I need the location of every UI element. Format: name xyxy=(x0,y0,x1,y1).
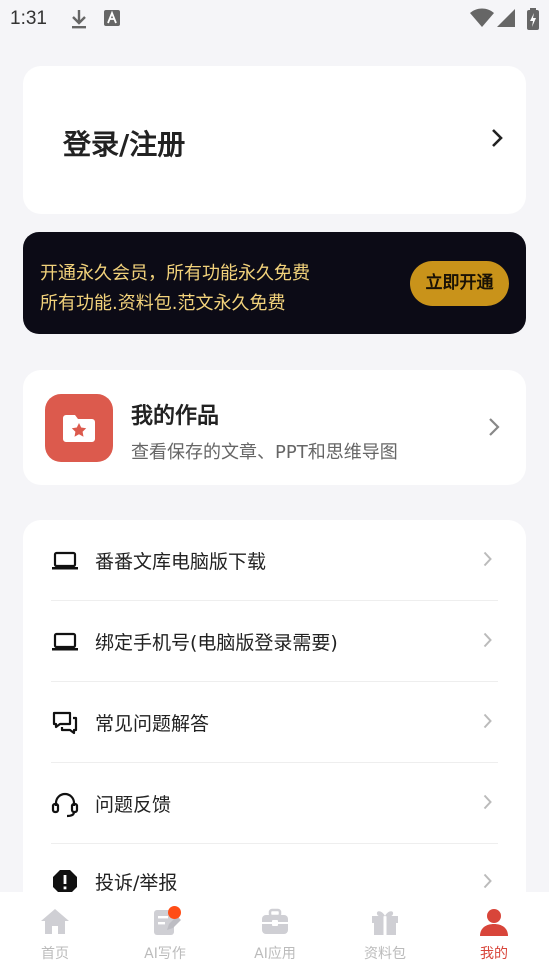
my-works-card[interactable]: 我的作品 查看保存的文章、PPT和思维导图 xyxy=(23,370,526,485)
menu-item-bind-phone[interactable]: 绑定手机号(电脑版登录需要) xyxy=(23,601,526,682)
laptop-icon xyxy=(51,547,79,575)
menu-item-label: 绑定手机号(电脑版登录需要) xyxy=(95,632,338,654)
bottom-tab-bar: 首页 AI写作 AI应用 资料包 我的 xyxy=(0,892,549,977)
folder-star-icon xyxy=(45,394,113,462)
settings-menu: 番番文库电脑版下载 绑定手机号(电脑版登录需要) 常见问题解答 问题反馈 投诉/… xyxy=(23,520,526,920)
chevron-right-icon xyxy=(488,417,500,441)
menu-item-feedback[interactable]: 问题反馈 xyxy=(23,763,526,844)
laptop-icon xyxy=(51,628,79,656)
notification-dot xyxy=(168,906,181,919)
tab-home[interactable]: 首页 xyxy=(0,892,110,977)
login-register-label: 登录/注册 xyxy=(63,128,186,161)
signal-icon xyxy=(497,8,515,32)
status-bar: 1:31 xyxy=(0,0,549,40)
menu-item-label: 问题反馈 xyxy=(95,794,172,816)
my-works-subtitle: 查看保存的文章、PPT和思维导图 xyxy=(131,442,398,463)
open-vip-button[interactable]: 立即开通 xyxy=(410,261,509,306)
login-card[interactable]: 登录/注册 xyxy=(23,66,526,214)
home-icon xyxy=(39,906,71,938)
gift-icon xyxy=(369,906,401,938)
battery-icon xyxy=(527,8,539,34)
chevron-right-icon xyxy=(483,873,492,893)
tab-ai-apps[interactable]: AI应用 xyxy=(220,892,330,977)
menu-item-faq[interactable]: 常见问题解答 xyxy=(23,682,526,763)
vip-line-2: 所有功能.资料包.范文永久免费 xyxy=(40,293,286,314)
chevron-right-icon xyxy=(483,713,492,733)
tab-label: 资料包 xyxy=(364,946,406,962)
user-icon xyxy=(478,906,510,938)
vip-line-1: 开通永久会员，所有功能永久免费 xyxy=(40,263,310,284)
menu-item-label: 投诉/举报 xyxy=(95,872,178,894)
menu-item-label: 常见问题解答 xyxy=(95,713,210,735)
tab-resources[interactable]: 资料包 xyxy=(330,892,440,977)
chat-bubbles-icon xyxy=(51,709,79,737)
chevron-right-icon xyxy=(490,128,504,152)
wifi-icon xyxy=(470,8,494,32)
chevron-right-icon xyxy=(483,794,492,814)
tab-label: AI写作 xyxy=(144,946,186,962)
chevron-right-icon xyxy=(483,551,492,571)
tab-label: 首页 xyxy=(41,946,69,962)
tab-label: AI应用 xyxy=(254,946,296,962)
menu-item-pc-download[interactable]: 番番文库电脑版下载 xyxy=(23,520,526,601)
menu-item-label: 番番文库电脑版下载 xyxy=(95,551,267,573)
headset-icon xyxy=(51,790,79,818)
download-icon xyxy=(70,8,88,34)
tab-ai-writing[interactable]: AI写作 xyxy=(110,892,220,977)
font-a-icon xyxy=(103,8,121,32)
tab-label: 我的 xyxy=(480,946,508,962)
my-works-title: 我的作品 xyxy=(131,404,220,429)
status-time: 1:31 xyxy=(10,8,47,29)
chevron-right-icon xyxy=(483,632,492,652)
vip-banner[interactable]: 开通永久会员，所有功能永久免费 所有功能.资料包.范文永久免费 立即开通 xyxy=(23,232,526,334)
toolbox-icon xyxy=(259,906,291,938)
tab-me[interactable]: 我的 xyxy=(439,892,549,977)
